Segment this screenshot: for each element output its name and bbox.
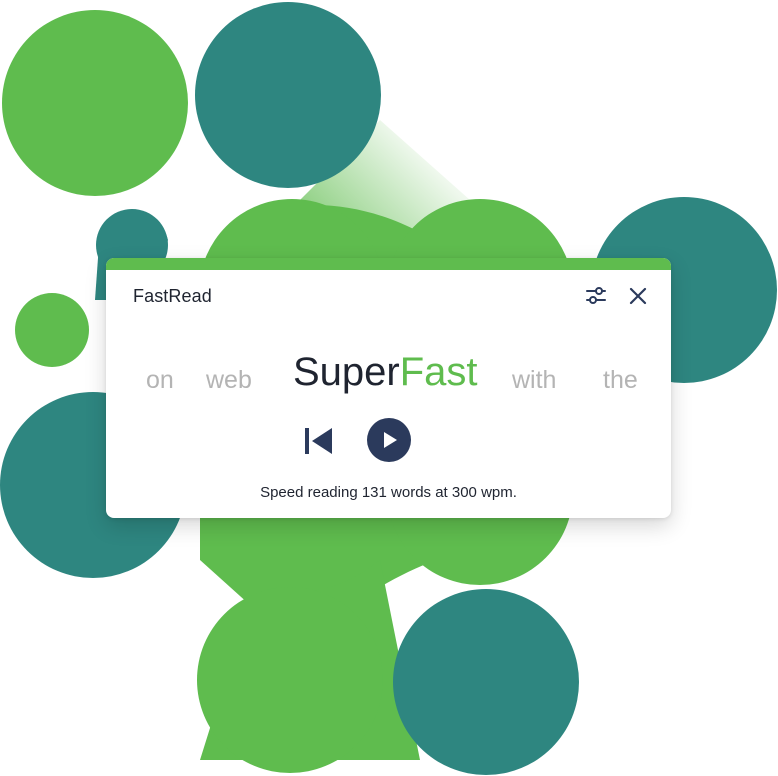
word-stream: on web SuperFast with the — [106, 350, 671, 400]
play-icon — [384, 432, 397, 448]
circle-teal-top — [195, 2, 381, 188]
previous-word: on — [146, 366, 174, 394]
circle-green-small — [15, 293, 89, 367]
current-word-highlight: Fast — [399, 350, 478, 394]
circle-teal-bottom — [393, 589, 579, 775]
current-word-prefix: Super — [293, 350, 400, 394]
circle-green-top-left — [2, 10, 188, 196]
close-icon — [629, 287, 647, 305]
next-word: the — [603, 366, 638, 394]
sliders-icon — [586, 287, 606, 304]
next-word: with — [512, 366, 557, 394]
rewind-button[interactable] — [302, 424, 336, 458]
circle-green-bottom — [197, 587, 383, 773]
card-accent-bar — [106, 258, 671, 270]
current-word: SuperFast — [293, 350, 478, 395]
close-button[interactable] — [626, 284, 650, 308]
status-text: Speed reading 131 words at 300 wpm. — [260, 484, 517, 501]
playback-controls — [106, 418, 671, 466]
skip-back-icon — [305, 428, 332, 454]
settings-button[interactable] — [584, 284, 608, 308]
previous-word: web — [206, 366, 252, 394]
app-title: FastRead — [133, 286, 212, 306]
fastread-popup: FastRead on web SuperFast with the Speed… — [106, 258, 671, 518]
play-button[interactable] — [367, 418, 411, 462]
